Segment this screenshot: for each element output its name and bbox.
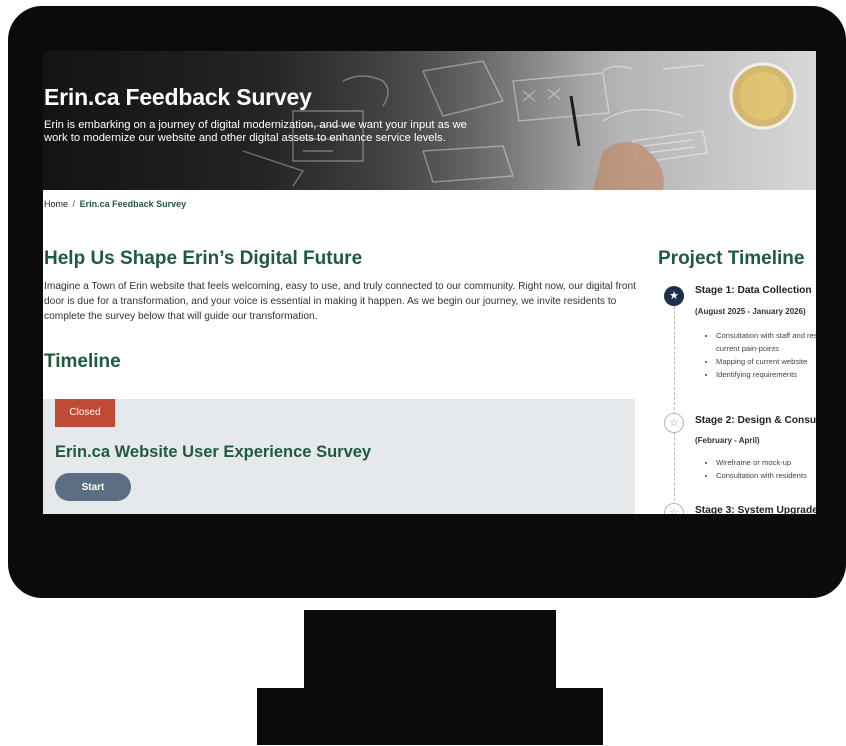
start-survey-button[interactable]: Start — [55, 473, 131, 501]
stage-1-title: Stage 1: Data Collection — [695, 285, 812, 296]
breadcrumb-home-link[interactable]: Home — [44, 199, 68, 209]
stage-2-list: Wireframe or mock-up Consultation with r… — [705, 456, 807, 482]
hero-banner: Erin.ca Feedback Survey Erin is embarkin… — [43, 51, 816, 190]
stage-1-dates: (August 2025 - January 2026) — [695, 307, 806, 316]
star-outline-icon: ☆ — [664, 503, 684, 514]
intro-paragraph: Imagine a Town of Erin website that feel… — [44, 281, 636, 322]
stage-1-item: Mapping of current website — [716, 355, 816, 368]
stage-2-item: Wireframe or mock-up — [716, 456, 807, 469]
page-title: Erin.ca Feedback Survey — [44, 84, 312, 110]
monitor-stand-base — [257, 688, 603, 745]
section-heading-digital-future: Help Us Shape Erin’s Digital Future — [44, 248, 363, 269]
stage-1-item: Consultation with staff and residents on — [716, 329, 816, 342]
star-icon: ★ — [664, 286, 684, 306]
stage-1-list: Consultation with staff and residents on… — [705, 329, 816, 381]
breadcrumb-current: Erin.ca Feedback Survey — [79, 199, 187, 209]
timeline-connector — [674, 296, 675, 514]
stage-1-item: current pain-points — [716, 344, 779, 353]
stage-1-item: Identifying requirements — [716, 368, 816, 381]
status-badge: Closed — [55, 399, 115, 427]
survey-title: Erin.ca Website User Experience Survey — [55, 443, 372, 461]
section-heading-timeline: Timeline — [44, 351, 121, 372]
stage-3-title: Stage 3: System Upgrade — [695, 505, 816, 514]
browser-viewport: Erin.ca Feedback Survey Erin is embarkin… — [43, 51, 816, 514]
stage-2-title: Stage 2: Design & Consultation — [695, 415, 816, 426]
survey-card: Closed Erin.ca Website User Experience S… — [43, 399, 635, 514]
star-outline-icon: ☆ — [664, 413, 684, 433]
stage-2-dates: (February - April) — [695, 436, 760, 445]
stage-2-item: Consultation with residents — [716, 469, 807, 482]
monitor-stand-neck — [304, 610, 556, 692]
project-timeline-heading: Project Timeline — [658, 248, 805, 269]
breadcrumb: Home / Erin.ca Feedback Survey — [44, 199, 186, 209]
breadcrumb-separator: / — [72, 199, 76, 209]
hero-description: Erin is embarking on a journey of digita… — [44, 119, 467, 144]
